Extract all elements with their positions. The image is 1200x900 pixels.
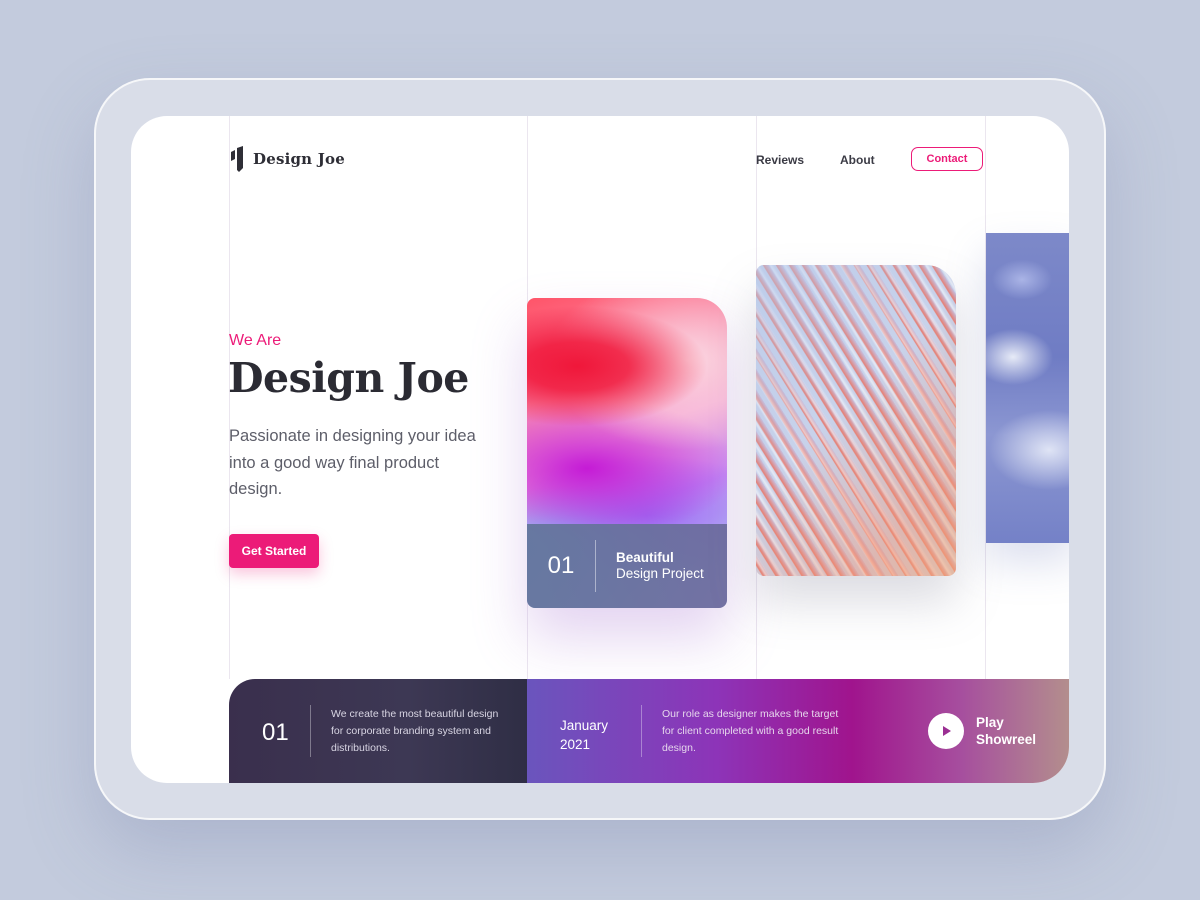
nav-about[interactable]: About — [840, 153, 875, 167]
play-label-line2: Showreel — [976, 732, 1037, 747]
footer-role-text: Our role as designer makes the target fo… — [662, 708, 839, 754]
play-icon[interactable] — [928, 713, 964, 749]
project-label: Beautiful Design Project — [596, 550, 704, 582]
get-started-button[interactable]: Get Started — [229, 534, 319, 568]
divider — [310, 705, 311, 757]
project-card-waves[interactable] — [756, 265, 956, 576]
screen: Design Joe Reviews About Contact We Are … — [131, 116, 1069, 783]
project-title: Beautiful — [616, 550, 674, 565]
footer-date-year: 2021 — [560, 737, 591, 752]
footer-date-month: January — [560, 718, 609, 733]
hero-eyebrow: We Are — [229, 332, 282, 349]
hero-title: Design Joe — [228, 354, 469, 402]
logo-mark-icon — [231, 146, 243, 172]
logo[interactable]: Design Joe — [230, 146, 345, 172]
nav-reviews[interactable]: Reviews — [756, 153, 804, 167]
project-number: 01 — [547, 552, 575, 579]
divider — [641, 705, 642, 757]
footer-date: January 2021 — [560, 716, 608, 754]
footer-text: We create the most beautiful design for … — [331, 708, 499, 754]
contact-button[interactable]: Contact — [911, 147, 983, 171]
play-label: Play Showreel — [976, 714, 1036, 748]
project-caption: 01 Beautiful Design Project — [527, 524, 727, 608]
play-showreel-button[interactable]: Play Showreel — [928, 713, 1036, 749]
project-card-marble[interactable] — [986, 233, 1069, 543]
project-subtitle: Design Project — [616, 566, 704, 581]
play-triangle-icon — [943, 726, 951, 736]
project-card-gradient[interactable]: 01 Beautiful Design Project — [527, 298, 727, 608]
hero-description: Passionate in designing your idea into a… — [229, 427, 476, 498]
footer-number: 01 — [262, 719, 289, 746]
play-label-line1: Play — [976, 715, 1004, 730]
brand-name: Design Joe — [253, 150, 345, 168]
